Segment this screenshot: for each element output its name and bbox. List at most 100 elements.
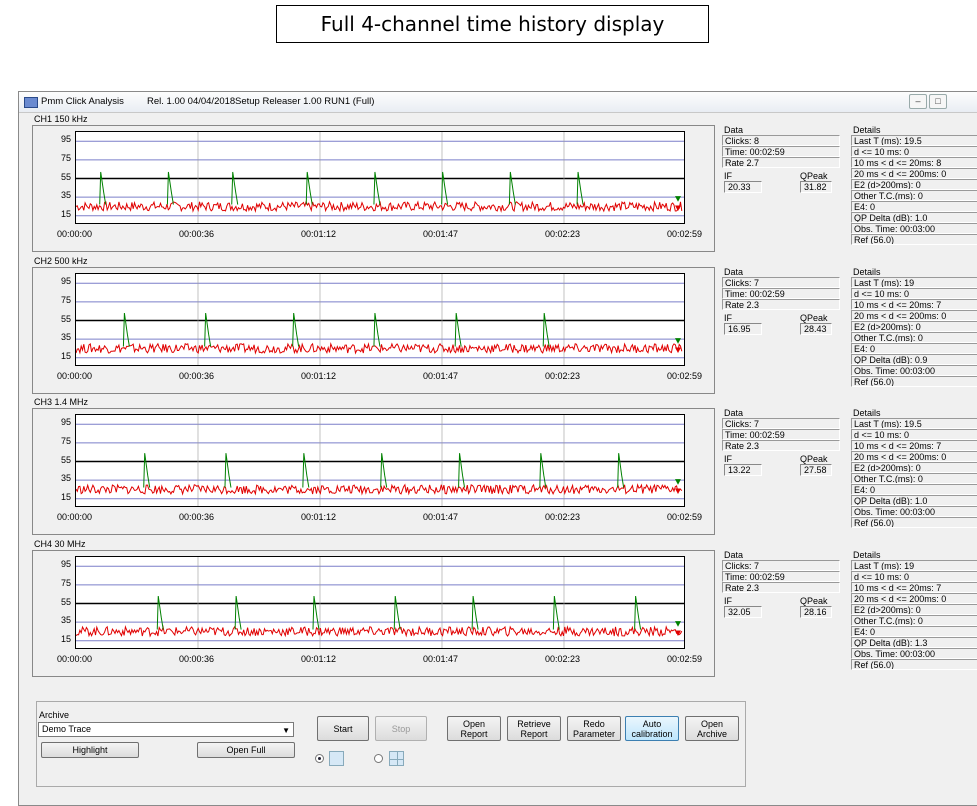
click-spike bbox=[224, 453, 232, 488]
detail-row: Ref (56.0) bbox=[851, 517, 977, 528]
detail-row: QP Delta (dB): 1.0 bbox=[851, 495, 977, 506]
x-tick-label: 00:00:36 bbox=[179, 654, 215, 664]
time-history-plot bbox=[75, 556, 685, 649]
data-heading: Data bbox=[724, 408, 744, 418]
details-heading: Details bbox=[853, 125, 881, 135]
single-layout-icon[interactable] bbox=[329, 751, 344, 766]
click-spike bbox=[373, 312, 381, 347]
click-spike bbox=[542, 312, 550, 347]
click-spike bbox=[302, 453, 310, 488]
if-value: 13.22 bbox=[724, 464, 762, 476]
figure-caption: Full 4-channel time history display bbox=[276, 5, 709, 43]
channel-2-panel: CH2 500 kHz 95 75 55 35 15 00:00:00 00:00:36 00:… bbox=[32, 256, 717, 396]
x-tick-label: 00:01:12 bbox=[301, 229, 337, 239]
x-tick-label: 00:01:47 bbox=[423, 229, 459, 239]
detail-row: d <= 10 ms: 0 bbox=[851, 571, 977, 582]
if-label: IF bbox=[724, 454, 732, 464]
plot-canvas bbox=[76, 274, 684, 365]
noise-trace bbox=[76, 483, 683, 496]
click-spike bbox=[458, 453, 466, 488]
start-button[interactable]: Start bbox=[317, 716, 369, 741]
time-value: Time: 00:02:59 bbox=[722, 146, 840, 157]
qpeak-label: QPeak bbox=[800, 171, 828, 181]
open-full-button[interactable]: Open Full bbox=[197, 742, 295, 758]
chart-frame: 95 75 55 35 15 00:00:00 00:00:36 00:01:12 00:01:… bbox=[32, 125, 715, 252]
grid-view-radio[interactable] bbox=[374, 754, 383, 763]
data-heading: Data bbox=[724, 550, 744, 560]
open-report-button[interactable]: Open Report bbox=[447, 716, 501, 741]
y-tick-label: 75 bbox=[60, 577, 71, 588]
qpeak-label: QPeak bbox=[800, 454, 828, 464]
minimize-icon[interactable]: – bbox=[909, 94, 927, 109]
detail-row: 10 ms < d <= 20ms: 7 bbox=[851, 440, 977, 451]
clicks-value: Clicks: 7 bbox=[722, 418, 840, 429]
rate-value: Rate 2.3 bbox=[722, 440, 840, 451]
control-panel bbox=[36, 701, 746, 787]
qpeak-label: QPeak bbox=[800, 313, 828, 323]
click-spike bbox=[143, 453, 151, 488]
time-value: Time: 00:02:59 bbox=[722, 571, 840, 582]
time-value: Time: 00:02:59 bbox=[722, 288, 840, 299]
y-tick-label: 95 bbox=[60, 134, 71, 145]
x-tick-label: 00:00:00 bbox=[57, 654, 93, 664]
app-icon bbox=[24, 97, 38, 108]
maximize-icon[interactable]: □ bbox=[929, 94, 947, 109]
details-heading: Details bbox=[853, 408, 881, 418]
single-view-radio[interactable] bbox=[315, 754, 324, 763]
end-marker bbox=[675, 488, 681, 495]
redo-parameter-button[interactable]: Redo Parameter bbox=[567, 716, 621, 741]
if-label: IF bbox=[724, 596, 732, 606]
click-spike bbox=[552, 595, 560, 630]
details-heading: Details bbox=[853, 550, 881, 560]
chevron-down-icon[interactable]: ▼ bbox=[282, 724, 290, 737]
x-tick-label: 00:02:59 bbox=[667, 229, 703, 239]
x-tick-label: 00:00:36 bbox=[179, 512, 215, 522]
y-tick-label: 95 bbox=[60, 559, 71, 570]
detail-row: QP Delta (dB): 0.9 bbox=[851, 354, 977, 365]
end-marker bbox=[675, 338, 681, 344]
detail-row: QP Delta (dB): 1.0 bbox=[851, 212, 977, 223]
channel-label: CH2 500 kHz bbox=[34, 256, 88, 266]
x-tick-label: 00:00:00 bbox=[57, 371, 93, 381]
data-panel: Data Clicks: 7 Time: 00:02:59 Rate 2.3 IF 32.… bbox=[722, 550, 840, 670]
plot-canvas bbox=[76, 415, 684, 506]
data-heading: Data bbox=[724, 267, 744, 277]
y-tick-label: 55 bbox=[60, 171, 71, 182]
x-tick-label: 00:02:59 bbox=[667, 371, 703, 381]
data-panel: Data Clicks: 7 Time: 00:02:59 Rate 2.3 IF 16.… bbox=[722, 267, 840, 387]
click-spike bbox=[231, 171, 239, 205]
click-spike bbox=[508, 171, 516, 205]
detail-row: E4: 0 bbox=[851, 626, 977, 637]
retrieve-report-button[interactable]: Retrieve Report bbox=[507, 716, 561, 741]
qpeak-value: 28.43 bbox=[800, 323, 832, 335]
click-spike bbox=[634, 595, 642, 630]
x-tick-label: 00:01:12 bbox=[301, 371, 337, 381]
y-tick-label: 35 bbox=[60, 332, 71, 343]
detail-row: Last T (ms): 19 bbox=[851, 560, 977, 571]
end-marker bbox=[675, 347, 681, 354]
rate-value: Rate 2.7 bbox=[722, 157, 840, 168]
detail-row: E4: 0 bbox=[851, 484, 977, 495]
grid-layout-icon[interactable] bbox=[389, 751, 404, 766]
stop-button[interactable]: Stop bbox=[375, 716, 427, 741]
click-spike bbox=[122, 312, 130, 347]
time-history-plot bbox=[75, 131, 685, 224]
x-tick-label: 00:00:36 bbox=[179, 371, 215, 381]
highlight-button[interactable]: Highlight bbox=[41, 742, 139, 758]
detail-row: Obs. Time: 00:03:00 bbox=[851, 506, 977, 517]
detail-row: E2 (d>200ms): 0 bbox=[851, 321, 977, 332]
archive-select[interactable]: Demo Trace ▼ bbox=[38, 722, 294, 737]
detail-row: Last T (ms): 19.5 bbox=[851, 418, 977, 429]
qpeak-value: 28.16 bbox=[800, 606, 832, 618]
click-spike bbox=[576, 171, 584, 205]
details-panel: Details Last T (ms): 19 d <= 10 ms: 0 10 ms… bbox=[851, 550, 977, 675]
detail-row: 20 ms < d <= 200ms: 0 bbox=[851, 451, 977, 462]
y-tick-label: 95 bbox=[60, 417, 71, 428]
detail-row: Obs. Time: 00:03:00 bbox=[851, 365, 977, 376]
open-archive-button[interactable]: Open Archive bbox=[685, 716, 739, 741]
clicks-value: Clicks: 7 bbox=[722, 277, 840, 288]
auto-calibration-button[interactable]: Auto calibration bbox=[625, 716, 679, 741]
qpeak-label: QPeak bbox=[800, 596, 828, 606]
y-tick-label: 55 bbox=[60, 454, 71, 465]
detail-row: Ref (56.0) bbox=[851, 659, 977, 670]
